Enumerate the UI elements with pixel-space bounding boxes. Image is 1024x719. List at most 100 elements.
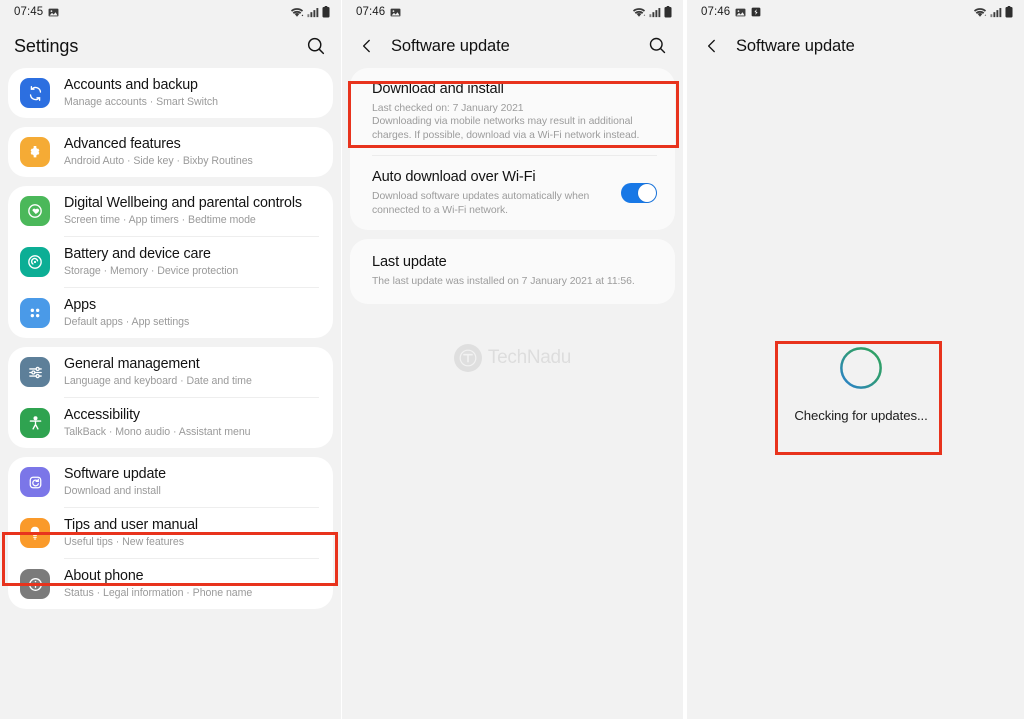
update-card: Download and install Last checked on: 7 …	[350, 68, 675, 231]
checking-label: Checking for updates...	[794, 408, 928, 423]
signal-icon	[990, 7, 1002, 18]
wifi-icon	[290, 7, 304, 18]
row-title: Advanced features	[64, 136, 181, 152]
row-subtitle: Screen time · App timers · Bedtime mode	[64, 214, 256, 226]
last-update-card: Last update The last update was installe…	[350, 239, 675, 305]
signal-icon	[649, 7, 661, 18]
row-title: Battery and device care	[64, 246, 211, 262]
block-line: connected to a Wi-Fi network.	[372, 204, 508, 216]
settings-group: Advanced features Android Auto · Side ke…	[8, 127, 333, 177]
battery-icon	[664, 6, 672, 18]
back-button[interactable]	[356, 35, 378, 57]
sidebar-item-apps[interactable]: Apps Default apps · App settings	[8, 288, 333, 338]
row-title: Accessibility	[64, 407, 140, 423]
status-bar: 07:45	[0, 0, 341, 24]
image-icon	[48, 7, 59, 18]
info-icon	[20, 569, 50, 599]
settings-group: Software update Download and install Tip…	[8, 457, 333, 609]
row-subtitle: Manage accounts · Smart Switch	[64, 96, 218, 108]
download-icon	[751, 7, 761, 17]
accessibility-icon	[20, 408, 50, 438]
row-title: General management	[64, 356, 200, 372]
watermark-text: TechNadu	[487, 347, 572, 368]
block-line: Downloading via mobile networks may resu…	[372, 116, 633, 128]
status-time: 07:46	[356, 6, 386, 18]
last-update-block: Last update The last update was installe…	[350, 239, 675, 304]
puzzle-icon	[20, 137, 50, 167]
software-update-icon	[20, 467, 50, 497]
row-subtitle: Android Auto · Side key · Bixby Routines	[64, 155, 253, 167]
app-bar: Software update	[342, 24, 683, 68]
sidebar-item-software-update[interactable]: Software update Download and install	[8, 457, 333, 507]
settings-group: General management Language and keyboard…	[8, 347, 333, 448]
loading-spinner-icon	[838, 345, 884, 391]
wellbeing-icon	[20, 196, 50, 226]
row-title: About phone	[64, 568, 144, 584]
status-bar: 07:46	[687, 0, 1024, 24]
row-subtitle: Status · Legal information · Phone name	[64, 587, 253, 599]
app-bar: Settings	[0, 24, 341, 68]
sidebar-item-battery-and-device-care[interactable]: Battery and device care Storage · Memory…	[8, 237, 333, 287]
row-subtitle: Storage · Memory · Device protection	[64, 265, 239, 277]
row-subtitle: Useful tips · New features	[64, 536, 184, 548]
image-icon	[390, 7, 401, 18]
sidebar-item-accessibility[interactable]: Accessibility TalkBack · Mono audio · As…	[8, 398, 333, 448]
download-and-install-block[interactable]: Download and install Last checked on: 7 …	[350, 68, 675, 155]
signal-icon	[307, 7, 319, 18]
apps-grid-icon	[20, 298, 50, 328]
block-line: charges. If possible, download via a Wi-…	[372, 129, 640, 141]
sync-icon	[20, 78, 50, 108]
wifi-icon	[973, 7, 987, 18]
page-title: Software update	[736, 36, 855, 55]
sidebar-item-tips-and-user-manual[interactable]: Tips and user manual Useful tips · New f…	[8, 508, 333, 558]
status-time: 07:45	[14, 6, 44, 18]
block-title: Auto download over Wi-Fi	[372, 169, 536, 186]
checking-for-updates-panel: Checking for updates...	[775, 345, 947, 423]
block-title: Download and install	[372, 81, 504, 97]
settings-list: Accounts and backup Manage accounts · Sm…	[0, 68, 341, 609]
sliders-icon	[20, 357, 50, 387]
row-subtitle: Default apps · App settings	[64, 316, 190, 328]
status-bar: 07:46	[342, 0, 683, 24]
block-line: Last checked on: 7 January 2021	[372, 103, 524, 114]
sidebar-item-advanced-features[interactable]: Advanced features Android Auto · Side ke…	[8, 127, 333, 177]
wifi-icon	[632, 7, 646, 18]
battery-icon	[322, 6, 330, 18]
page-title: Settings	[14, 35, 79, 56]
toggle-knob	[638, 183, 656, 202]
battery-care-icon	[20, 247, 50, 277]
row-title: Apps	[64, 297, 96, 313]
watermark: TechNadu	[342, 344, 683, 372]
row-title: Digital Wellbeing and parental controls	[64, 195, 302, 211]
battery-icon	[1005, 6, 1013, 18]
sidebar-item-about-phone[interactable]: About phone Status · Legal information ·…	[8, 559, 333, 609]
search-icon[interactable]	[647, 35, 669, 57]
sidebar-item-accounts-and-backup[interactable]: Accounts and backup Manage accounts · Sm…	[8, 68, 333, 118]
block-line: The last update was installed on 7 Janua…	[372, 276, 635, 288]
settings-group: Accounts and backup Manage accounts · Sm…	[8, 68, 333, 118]
block-title: Last update	[372, 254, 447, 271]
image-icon	[735, 7, 746, 18]
block-line: Download software updates automatically …	[372, 191, 590, 203]
page-title: Software update	[391, 36, 510, 55]
row-title: Software update	[64, 466, 166, 482]
technadu-logo-icon	[453, 344, 482, 372]
back-button[interactable]	[701, 35, 723, 57]
settings-group: Digital Wellbeing and parental controls …	[8, 186, 333, 338]
row-title: Tips and user manual	[64, 517, 198, 533]
row-subtitle: TalkBack · Mono audio · Assistant menu	[64, 426, 251, 438]
row-subtitle: Download and install	[64, 485, 161, 497]
status-time: 07:46	[701, 6, 731, 18]
search-icon[interactable]	[305, 35, 327, 57]
phone-screen-settings: 07:45 Settings Accounts and backup Manag…	[0, 0, 341, 719]
row-title: Accounts and backup	[64, 77, 198, 93]
sidebar-item-digital-wellbeing[interactable]: Digital Wellbeing and parental controls …	[8, 186, 333, 236]
screenshot-root: 07:45 Settings Accounts and backup Manag…	[0, 0, 1024, 719]
phone-screen-software-update: 07:46 Software update Download and insta…	[342, 0, 683, 719]
sidebar-item-general-management[interactable]: General management Language and keyboard…	[8, 347, 333, 397]
lightbulb-icon	[20, 518, 50, 548]
auto-download-over-wifi-block[interactable]: Auto download over Wi-Fi Download softwa…	[350, 156, 675, 230]
phone-screen-checking-updates: 07:46 Software update Checking for updat…	[687, 0, 1024, 719]
app-bar: Software update	[687, 24, 1024, 68]
auto-download-toggle[interactable]	[621, 182, 657, 203]
